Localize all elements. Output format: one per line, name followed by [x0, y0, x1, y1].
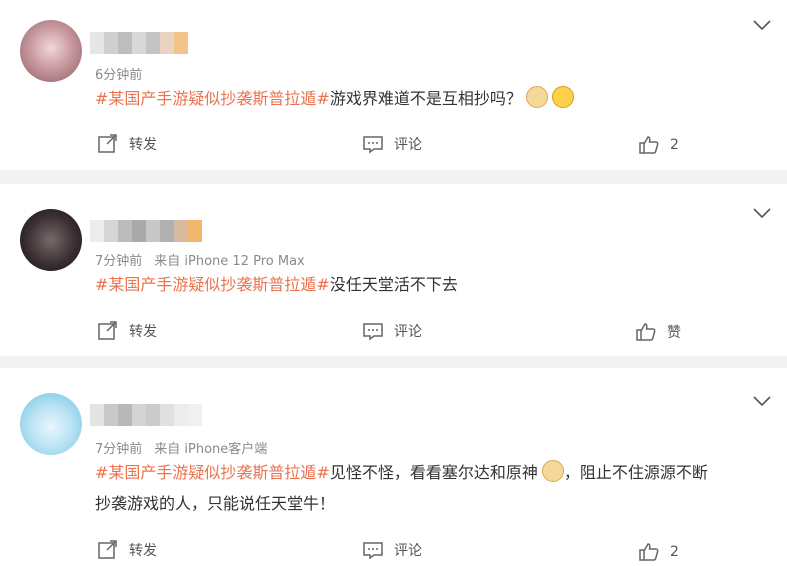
comment-icon — [363, 136, 383, 154]
comment-body: 见怪不怪，看看塞尔达和原神 — [329, 463, 538, 482]
like-count: 2 — [670, 544, 679, 560]
comment-body-line2: 抄袭游戏的人，只能说任天堂牛！ — [95, 494, 336, 513]
comment-card: 6分钟前 #某国产手游疑似抄袭斯普拉遁#游戏界难道不是互相抄吗？ 转发 评论 2 — [0, 0, 787, 170]
comment-button[interactable]: 评论 — [362, 134, 422, 154]
repost-button[interactable]: 转发 — [97, 134, 157, 154]
repost-button[interactable]: 转发 — [97, 540, 157, 560]
comment-text: #某国产手游疑似抄袭斯普拉遁#没任天堂活不下去 — [95, 270, 458, 300]
repost-button[interactable]: 转发 — [97, 321, 157, 341]
like-button[interactable]: 2 — [638, 542, 679, 562]
chevron-down-icon[interactable] — [753, 20, 771, 30]
repost-icon — [98, 321, 117, 340]
comment-body-cont: ，阻止不住源源不断 — [563, 463, 708, 482]
username-blurred[interactable] — [90, 220, 202, 242]
device-source: 来自 iPhone客户端 — [154, 442, 268, 457]
thinking-emoji — [551, 86, 574, 108]
username-blurred[interactable] — [90, 404, 202, 426]
like-button[interactable]: 2 — [638, 135, 679, 155]
comment-label: 评论 — [394, 324, 422, 340]
thumbs-up-icon — [639, 136, 659, 154]
repost-icon — [98, 134, 117, 153]
doge-emoji — [541, 460, 564, 482]
comment-text: #某国产手游疑似抄袭斯普拉遁#见怪不怪，看看塞尔达和原神 ，阻止不住源源不断 — [95, 458, 708, 488]
comment-body: 游戏界难道不是互相抄吗？ — [329, 89, 522, 108]
comment-body: 没任天堂活不下去 — [329, 275, 458, 294]
comment-text: #某国产手游疑似抄袭斯普拉遁#游戏界难道不是互相抄吗？ — [95, 84, 574, 114]
hashtag-link[interactable]: #某国产手游疑似抄袭斯普拉遁# — [95, 275, 330, 294]
like-count: 2 — [670, 137, 679, 153]
post-meta: 7分钟前 来自 iPhone 12 Pro Max — [95, 250, 305, 269]
thumbs-up-icon — [636, 323, 656, 341]
hashtag-link[interactable]: #某国产手游疑似抄袭斯普拉遁# — [95, 89, 330, 108]
device-source: 来自 iPhone 12 Pro Max — [154, 254, 305, 269]
like-label: 赞 — [667, 325, 681, 341]
comment-label: 评论 — [394, 543, 422, 559]
avatar[interactable] — [20, 393, 82, 455]
username-blurred[interactable] — [90, 32, 188, 54]
thumbs-up-icon — [639, 543, 659, 561]
hashtag-link[interactable]: #某国产手游疑似抄袭斯普拉遁# — [95, 463, 330, 482]
post-meta: 7分钟前 来自 iPhone客户端 — [95, 438, 267, 457]
post-meta: 6分钟前 — [95, 64, 142, 83]
repost-label: 转发 — [129, 137, 157, 153]
timestamp: 7分钟前 — [95, 442, 143, 457]
timestamp: 6分钟前 — [95, 68, 143, 83]
chevron-down-icon[interactable] — [753, 208, 771, 218]
timestamp: 7分钟前 — [95, 254, 143, 269]
comment-text-line2: 抄袭游戏的人，只能说任天堂牛！ — [95, 489, 335, 519]
chevron-down-icon[interactable] — [753, 396, 771, 406]
repost-icon — [98, 540, 117, 559]
avatar[interactable] — [20, 20, 82, 82]
comment-label: 评论 — [394, 137, 422, 153]
repost-label: 转发 — [129, 543, 157, 559]
comment-card: 7分钟前 来自 iPhone 12 Pro Max #某国产手游疑似抄袭斯普拉遁#… — [0, 184, 787, 356]
avatar[interactable] — [20, 209, 82, 271]
doge-emoji — [525, 86, 548, 108]
comment-button[interactable]: 评论 — [362, 321, 422, 341]
like-button[interactable]: 赞 — [635, 322, 681, 342]
comment-icon — [363, 542, 383, 560]
comment-button[interactable]: 评论 — [362, 540, 422, 560]
repost-label: 转发 — [129, 324, 157, 340]
comment-card: 7分钟前 来自 iPhone客户端 #某国产手游疑似抄袭斯普拉遁#见怪不怪，看看塞… — [0, 368, 787, 566]
comment-icon — [363, 323, 383, 341]
